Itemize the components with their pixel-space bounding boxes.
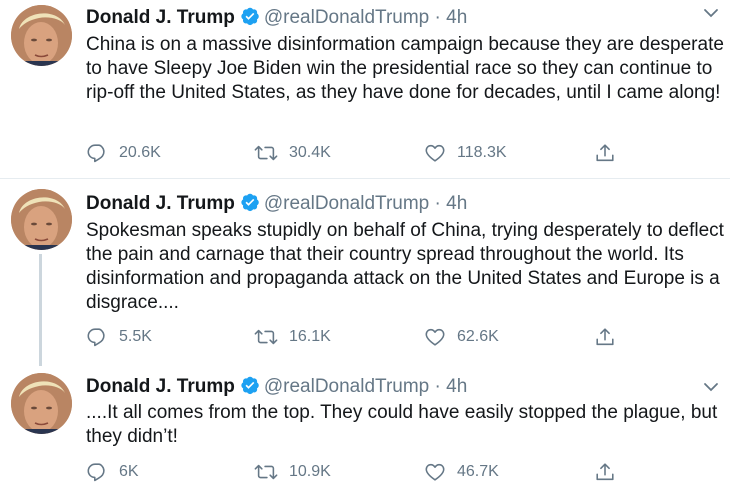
reply-button[interactable]: 5.5K [86,325,152,349]
like-button[interactable]: 62.6K [424,325,499,349]
tweet[interactable]: Donald J. Trump @realDonaldTrump · 4h Chi… [0,0,730,178]
tweet[interactable]: Donald J. Trump @realDonaldTrump · 4h ...… [0,370,730,494]
timestamp[interactable]: 4h [446,193,467,214]
chevron-down-icon[interactable] [702,6,720,20]
avatar-image [11,373,72,434]
share-button[interactable] [594,141,616,165]
reply-button[interactable]: 6K [86,460,139,484]
retweet-count: 16.1K [289,328,331,345]
reply-icon [86,326,108,348]
verified-badge-icon [240,375,260,402]
share-icon [594,142,616,164]
tweet-actions: 5.5K 16.1K 62.6K [86,325,726,349]
user-handle[interactable]: @realDonaldTrump [264,193,429,214]
user-handle[interactable]: @realDonaldTrump [264,376,429,397]
like-count: 118.3K [457,144,507,161]
retweet-icon [254,326,278,348]
display-name[interactable]: Donald J. Trump [86,193,235,214]
reply-count: 6K [119,463,139,480]
retweet-count: 30.4K [289,144,331,161]
reply-count: 5.5K [119,328,152,345]
like-count: 62.6K [457,328,499,345]
retweet-icon [254,461,278,483]
chevron-down-icon[interactable] [702,380,720,394]
timestamp[interactable]: 4h [446,376,467,397]
heart-icon [424,142,446,164]
user-handle[interactable]: @realDonaldTrump [264,7,429,28]
reply-count: 20.6K [119,144,161,161]
tweet-divider [0,178,730,179]
separator-dot: · [434,7,441,28]
separator-dot: · [434,193,441,214]
reply-icon [86,142,108,164]
retweet-button[interactable]: 16.1K [254,325,331,349]
tweet[interactable]: Donald J. Trump @realDonaldTrump · 4h Spo… [0,186,730,366]
like-count: 46.7K [457,463,499,480]
retweet-button[interactable]: 10.9K [254,460,331,484]
verified-badge-icon [240,6,260,33]
share-button[interactable] [594,460,616,484]
avatar[interactable] [11,5,72,66]
tweet-text: China is on a massive disinformation cam… [86,34,730,103]
tweet-actions: 6K 10.9K 46.7K [86,460,726,484]
avatar[interactable] [11,373,72,434]
verified-badge-icon [240,192,260,219]
retweet-button[interactable]: 30.4K [254,141,331,165]
thread-connector-line [39,254,42,366]
timestamp[interactable]: 4h [446,7,467,28]
tweet-text: Spokesman speaks stupidly on behalf of C… [86,220,730,313]
separator-dot: · [434,376,441,397]
retweet-count: 10.9K [289,463,331,480]
share-icon [594,461,616,483]
like-button[interactable]: 46.7K [424,460,499,484]
share-icon [594,326,616,348]
retweet-icon [254,142,278,164]
tweet-text: ....It all comes from the top. They coul… [86,402,723,447]
avatar-image [11,189,72,250]
display-name[interactable]: Donald J. Trump [86,7,235,28]
reply-icon [86,461,108,483]
share-button[interactable] [594,325,616,349]
heart-icon [424,461,446,483]
heart-icon [424,326,446,348]
like-button[interactable]: 118.3K [424,141,507,165]
display-name[interactable]: Donald J. Trump [86,376,235,397]
avatar[interactable] [11,189,72,250]
reply-button[interactable]: 20.6K [86,141,161,165]
avatar-image [11,5,72,66]
tweet-actions: 20.6K 30.4K 118.3K [86,141,726,165]
